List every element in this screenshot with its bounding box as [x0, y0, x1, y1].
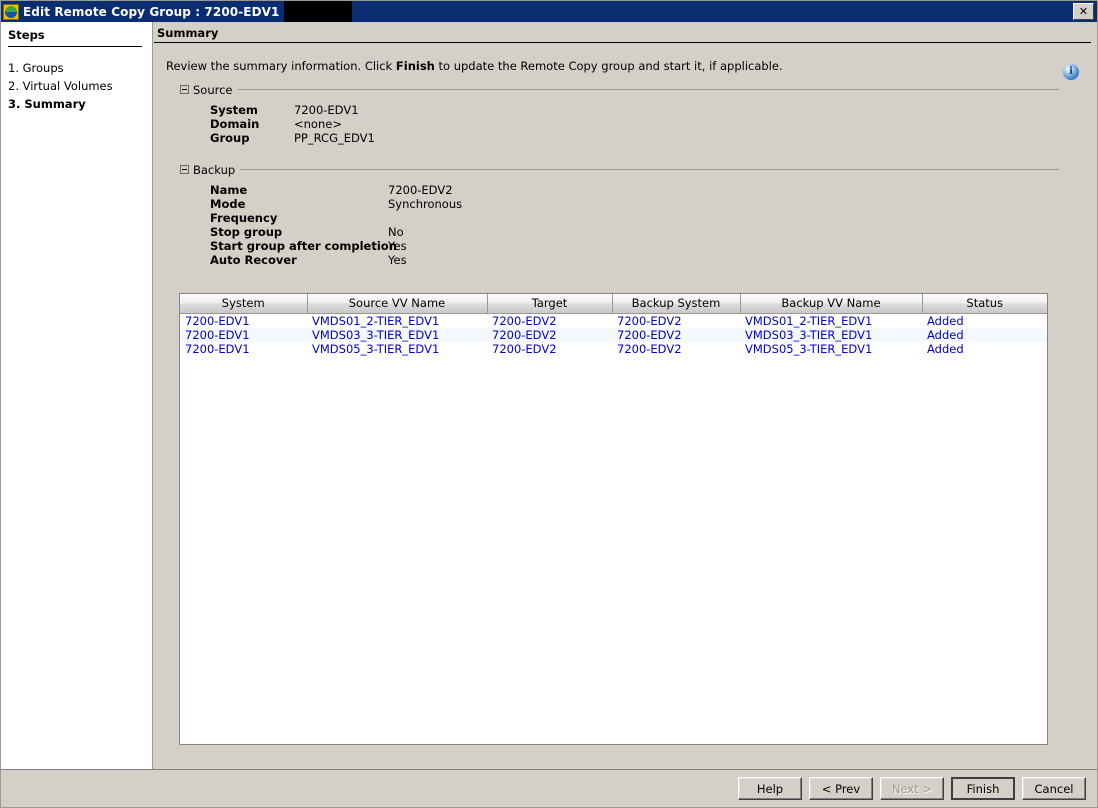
cell-status: Added: [927, 313, 964, 328]
column-header-source-vv-name[interactable]: Source VV Name: [307, 294, 488, 314]
column-header-system[interactable]: System: [180, 294, 308, 314]
cell-backup-vv-name: VMDS03_3-TIER_EDV1: [740, 327, 922, 342]
source-group-label: Source: [193, 82, 233, 97]
steps-divider: [8, 46, 142, 47]
table-row[interactable]: 7200-EDV1 VMDS01_2-TIER_EDV1 7200-EDV2 7…: [180, 313, 1047, 328]
cancel-button[interactable]: Cancel: [1022, 777, 1086, 800]
source-field-domain: Domain <none>: [210, 117, 1059, 131]
description-prefix: Review the summary information. Click: [166, 59, 396, 73]
window-titlebar: Edit Remote Copy Group : 7200-EDV1 ✕: [1, 1, 1097, 22]
main-title-divider: [154, 42, 1091, 43]
prev-button[interactable]: < Prev: [809, 777, 873, 800]
source-field-system: System 7200-EDV1: [210, 103, 1059, 117]
backup-field-stop-group: Stop group No: [210, 225, 1059, 239]
cell-backup-system: 7200-EDV2: [612, 327, 740, 342]
backup-field-mode-value: Synchronous: [388, 197, 463, 211]
column-header-backup-system[interactable]: Backup System: [612, 294, 741, 314]
redacted-title-region: [283, 1, 352, 22]
steps-list: 1. Groups 2. Virtual Volumes 3. Summary: [1, 59, 152, 113]
table-header-row: System Source VV Name Target Backup Syst…: [180, 294, 1047, 314]
backup-field-auto-recover-value: Yes: [388, 253, 407, 267]
backup-field-mode-label: Mode: [210, 197, 246, 211]
info-icon[interactable]: i: [1063, 64, 1079, 80]
cell-source-vv-name: VMDS01_2-TIER_EDV1: [312, 313, 440, 328]
backup-field-name: Name 7200-EDV2: [210, 183, 1059, 197]
backup-group: Backup Name 7200-EDV2 Mode Synchronous F…: [180, 163, 1059, 267]
table-row[interactable]: 7200-EDV1 VMDS05_3-TIER_EDV1 7200-EDV2 7…: [180, 342, 1047, 356]
volume-pairs-table-container: System Source VV Name Target Backup Syst…: [179, 293, 1048, 745]
collapse-minus-icon[interactable]: [180, 85, 189, 94]
finish-button[interactable]: Finish: [951, 777, 1015, 800]
page-description: Review the summary information. Click Fi…: [166, 59, 1097, 73]
backup-field-auto-recover: Auto Recover Yes: [210, 253, 1059, 267]
backup-field-auto-recover-label: Auto Recover: [210, 253, 297, 267]
cell-source-vv-name: VMDS03_3-TIER_EDV1: [307, 327, 487, 342]
cell-source-vv-name: VMDS05_3-TIER_EDV1: [312, 341, 440, 356]
column-header-status[interactable]: Status: [922, 294, 1047, 314]
backup-field-stop-group-value: No: [388, 225, 404, 239]
main-panel: Summary Review the summary information. …: [154, 22, 1097, 769]
cell-target: 7200-EDV2: [492, 341, 557, 356]
cell-status: Added: [922, 327, 1047, 342]
cell-backup-system: 7200-EDV2: [617, 313, 682, 328]
sidebar-item-virtual-volumes[interactable]: 2. Virtual Volumes: [1, 77, 152, 95]
cell-system: 7200-EDV1: [180, 327, 307, 342]
description-suffix: to update the Remote Copy group and star…: [434, 59, 783, 73]
backup-field-list: Name 7200-EDV2 Mode Synchronous Frequenc…: [210, 183, 1059, 267]
help-button[interactable]: Help: [738, 777, 802, 800]
sidebar-item-summary[interactable]: 3. Summary: [1, 95, 152, 113]
cell-status: Added: [927, 341, 964, 356]
column-header-target[interactable]: Target: [487, 294, 613, 314]
backup-field-mode: Mode Synchronous: [210, 197, 1059, 211]
source-group-header: Source: [180, 82, 1059, 97]
dialog-button-bar: Help < Prev Next > Finish Cancel: [1, 769, 1097, 807]
page-title: Summary: [157, 26, 219, 40]
backup-field-start-group: Start group after completion Yes: [210, 239, 1059, 253]
next-button: Next >: [880, 777, 944, 800]
source-field-list: System 7200-EDV1 Domain <none> Group PP_…: [210, 103, 1059, 145]
source-field-group: Group PP_RCG_EDV1: [210, 131, 1059, 145]
backup-field-frequency-label: Frequency: [210, 211, 278, 225]
backup-field-start-group-value: Yes: [388, 239, 407, 253]
cell-system: 7200-EDV1: [185, 341, 250, 356]
source-field-domain-label: Domain: [210, 117, 260, 131]
main-header: Summary: [154, 22, 1097, 40]
cell-backup-system: 7200-EDV2: [617, 341, 682, 356]
source-field-group-label: Group: [210, 131, 250, 145]
backup-field-stop-group-label: Stop group: [210, 225, 283, 239]
collapse-minus-icon[interactable]: [180, 165, 189, 174]
window-title: Edit Remote Copy Group : 7200-EDV1: [23, 4, 280, 19]
cell-target: 7200-EDV2: [487, 327, 612, 342]
cell-backup-vv-name: VMDS05_3-TIER_EDV1: [745, 341, 873, 356]
cell-system: 7200-EDV1: [185, 313, 250, 328]
source-group: Source System 7200-EDV1 Domain <none> Gr…: [180, 83, 1059, 145]
column-header-backup-vv-name[interactable]: Backup VV Name: [740, 294, 923, 314]
source-field-group-value: PP_RCG_EDV1: [294, 131, 375, 145]
backup-field-name-value: 7200-EDV2: [388, 183, 453, 197]
source-field-system-value: 7200-EDV1: [294, 103, 359, 117]
cell-target: 7200-EDV2: [492, 313, 557, 328]
edit-remote-copy-group-dialog: Edit Remote Copy Group : 7200-EDV1 ✕ Ste…: [0, 0, 1098, 808]
cell-backup-vv-name: VMDS01_2-TIER_EDV1: [745, 313, 873, 328]
backup-field-frequency: Frequency: [210, 211, 1059, 225]
backup-field-start-group-label: Start group after completion: [210, 239, 397, 253]
sidebar-item-groups[interactable]: 1. Groups: [1, 59, 152, 77]
backup-group-header: Backup: [180, 162, 1059, 177]
backup-group-rule: [240, 169, 1059, 170]
source-group-rule: [237, 89, 1059, 90]
backup-field-name-label: Name: [210, 183, 248, 197]
backup-group-label: Backup: [193, 162, 236, 177]
source-field-system-label: System: [210, 103, 258, 117]
table-body: 7200-EDV1 VMDS01_2-TIER_EDV1 7200-EDV2 7…: [180, 313, 1047, 356]
close-icon[interactable]: ✕: [1073, 3, 1094, 20]
source-field-domain-value: <none>: [294, 117, 342, 131]
description-emphasis: Finish: [395, 59, 435, 73]
volume-pairs-table: System Source VV Name Target Backup Syst…: [180, 294, 1047, 356]
table-row[interactable]: 7200-EDV1 VMDS03_3-TIER_EDV1 7200-EDV2 7…: [180, 327, 1047, 342]
steps-heading: Steps: [8, 28, 45, 42]
app-globe-icon: [3, 3, 19, 20]
steps-sidebar: Steps 1. Groups 2. Virtual Volumes 3. Su…: [1, 22, 153, 769]
